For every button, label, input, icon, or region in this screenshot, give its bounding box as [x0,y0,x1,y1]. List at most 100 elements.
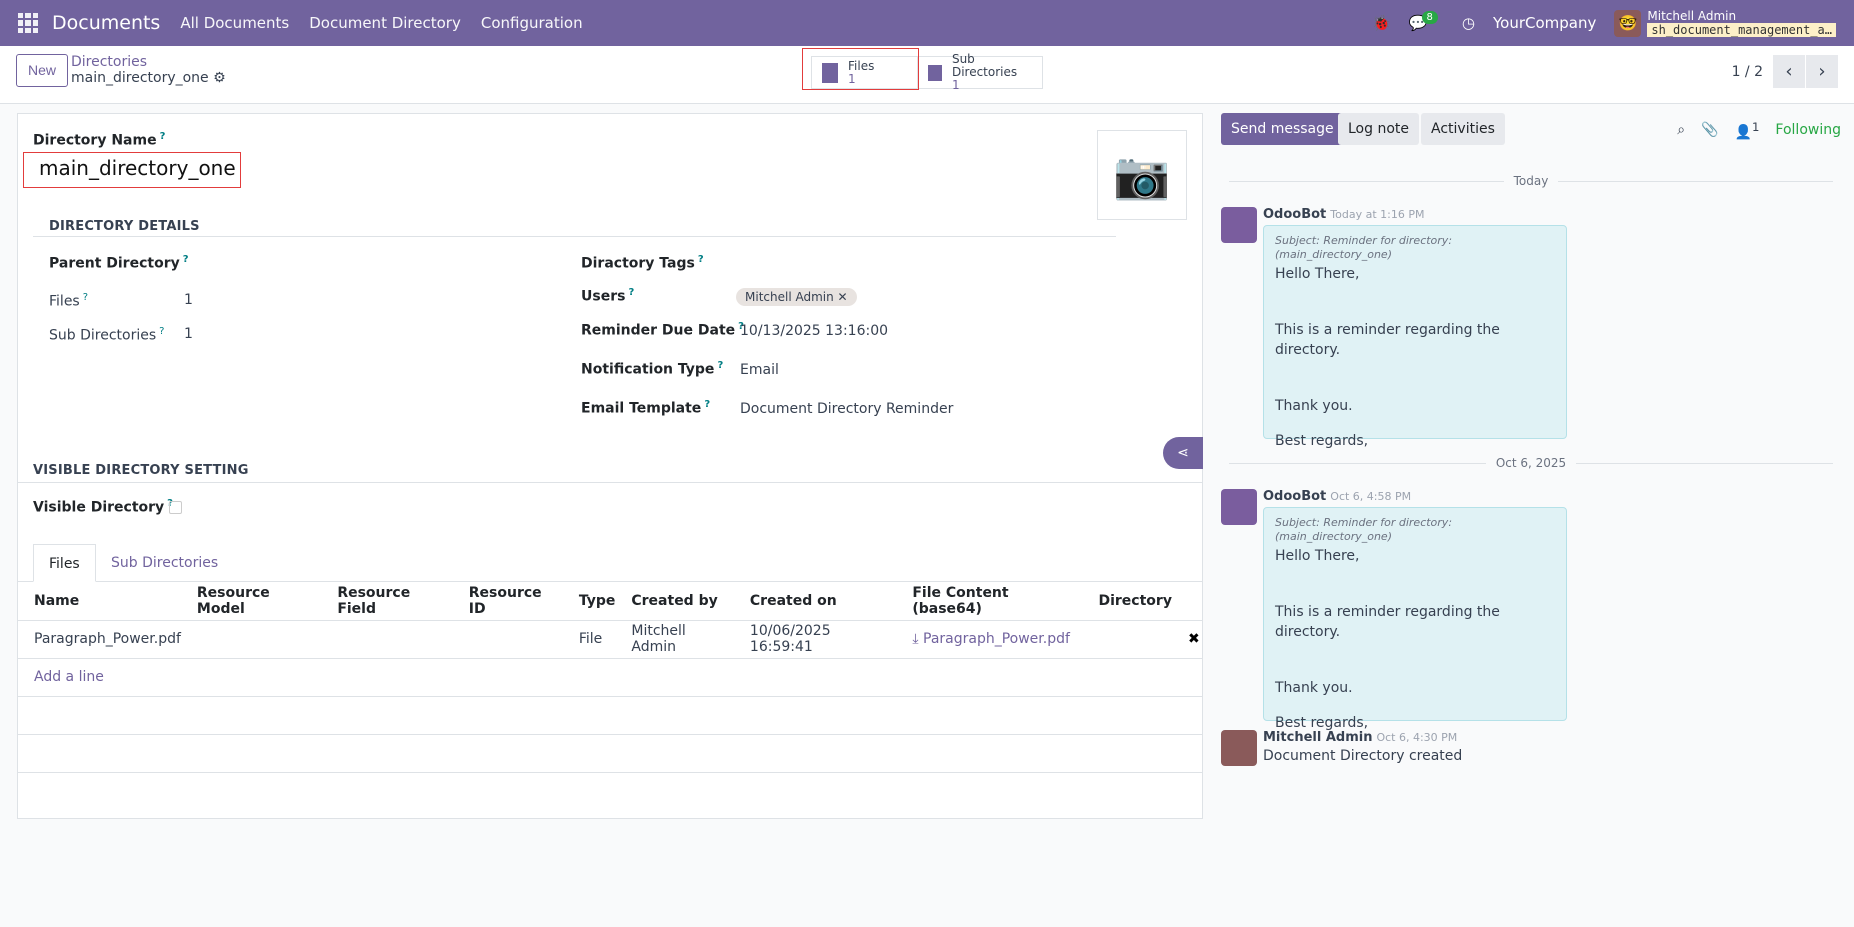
user-menu[interactable]: 🤓 Mitchell Admin sh_document_management_a… [1614,9,1836,37]
notification-type-label: Notification Type? [581,360,724,378]
stat-value: 1 [951,78,960,92]
col-directory[interactable]: Directory [1082,582,1172,621]
user-name: Mitchell Admin [1647,9,1737,23]
messages-badge: 8 [1421,11,1438,24]
cell-type[interactable]: File [562,620,616,659]
visible-directory-label: Visible Directory? [33,498,173,516]
company-switcher[interactable]: YourCompany [1493,14,1596,32]
directory-name-input[interactable]: main_directory_one [23,152,241,188]
cell-directory[interactable] [1082,620,1172,659]
followers-count: 1 [1752,120,1760,134]
notebook-tabs: Files Sub Directories [18,544,1202,582]
message-author: OdooBot Today at 1:16 PM [1263,207,1425,222]
activities-button[interactable]: Activities [1421,113,1505,145]
menu-all-documents[interactable]: All Documents [180,14,289,32]
log-note-button[interactable]: Log note [1338,113,1419,145]
date-separator: Oct 6, 2025 [1229,456,1833,480]
pager: 1 / 2 ‹ › [1732,55,1838,88]
stat-label: Sub Directories [951,52,1018,79]
odoobot-avatar [1221,489,1257,525]
new-button[interactable]: New [16,54,69,87]
table-header: Name Resource Model Resource Field Resource… [18,582,1202,621]
col-created-on[interactable]: Created on [733,582,897,621]
database-name: sh_document_management_a… [1647,23,1836,37]
cell-name[interactable]: Paragraph_Power.pdf [18,620,181,659]
visible-setting-heading: VISIBLE DIRECTORY SETTING [33,463,249,478]
table-row[interactable]: Paragraph_Power.pdf File Mitchell Admin 10/… [18,620,1202,659]
files-table: Name Resource Model Resource Field Resource… [18,582,1202,810]
image-upload-camera-icon[interactable]: 📷 [1097,130,1187,220]
tab-sub-directories[interactable]: Sub Directories [96,544,233,582]
top-navbar: Documents All Documents Document Directo… [0,0,1854,46]
menu-document-directory[interactable]: Document Directory [309,14,461,32]
email-template-label: Email Template? [581,399,711,417]
subdirectories-stat-button[interactable]: Sub Directories 1 [917,52,1043,92]
gear-icon[interactable]: ⚙ [213,70,226,86]
apps-menu-icon[interactable] [18,13,38,33]
notification-type-value[interactable]: Email [740,362,779,378]
paperclip-icon[interactable]: 📎 [1701,122,1718,138]
pager-prev-button[interactable]: ‹ [1773,55,1805,88]
user-avatar [1221,730,1257,766]
followers-icon[interactable]: 👤1 [1735,120,1760,141]
col-created-by[interactable]: Created by [615,582,734,621]
message-author: OdooBot Oct 6, 4:58 PM [1263,489,1412,504]
activity-clock-icon[interactable]: ◷ [1462,14,1475,32]
reminder-due-label: Reminder Due Date? [581,321,744,339]
reminder-due-value[interactable]: 10/13/2025 13:16:00 [740,323,888,339]
tab-files[interactable]: Files [33,544,96,582]
message-body: Subject: Reminder for directory: (main_d… [1263,225,1567,449]
menu-configuration[interactable]: Configuration [481,14,583,32]
directory-details-heading: DIRECTORY DETAILS [49,219,200,234]
cell-id[interactable] [452,620,563,659]
tags-label: Diractory Tags? [581,254,704,272]
pager-next-button[interactable]: › [1806,55,1838,88]
files-value: 1 [184,292,193,308]
highlight-box [802,48,919,90]
cell-model[interactable] [180,620,322,659]
email-template-value[interactable]: Document Directory Reminder [740,401,953,417]
col-type[interactable]: Type [562,582,616,621]
breadcrumb-directories[interactable]: Directories [71,54,226,70]
share-icon[interactable]: ⋖ [1163,437,1203,469]
message-body: Document Directory created [1263,748,1463,764]
breadcrumb-current: main_directory_one [71,70,209,86]
file-download-link[interactable]: Paragraph_Power.pdf [923,631,1070,647]
download-icon: ⤓ [912,631,919,647]
send-message-button[interactable]: Send message [1221,113,1344,145]
subdirectories-value: 1 [184,326,193,342]
cell-field[interactable] [321,620,453,659]
user-tag: Mitchell Admin ✕ [736,288,857,306]
col-file-content[interactable]: File Content (base64) [896,582,1083,621]
search-icon[interactable]: ⌕ [1677,122,1685,138]
folder-icon [928,64,942,81]
cell-created-on[interactable]: 10/06/2025 16:59:41 [733,620,897,659]
avatar: 🤓 [1614,9,1642,37]
add-line-link[interactable]: Add a line [18,658,1202,697]
odoobot-avatar [1221,207,1257,243]
messages-icon[interactable]: 💬8 [1409,11,1444,32]
control-panel: New Directories main_directory_one ⚙ Fil… [0,46,1854,104]
cell-created-by[interactable]: Mitchell Admin [615,620,734,659]
users-label: Users? [581,287,635,305]
breadcrumb: Directories main_directory_one ⚙ [71,54,226,86]
col-name[interactable]: Name [18,582,181,621]
subdirectories-label: Sub Directories? [49,326,165,344]
pager-value[interactable]: 1 / 2 [1732,64,1763,80]
form-sheet: Directory Name? main_directory_one 📷 DIR… [17,113,1203,819]
debug-bug-icon[interactable]: 🐞 [1372,14,1391,32]
col-resource-id[interactable]: Resource ID [452,582,563,621]
col-resource-field[interactable]: Resource Field [321,582,453,621]
following-button[interactable]: Following [1775,122,1841,138]
message-author: Mitchell Admin Oct 6, 4:30 PM [1263,730,1458,745]
delete-row-icon[interactable]: ✖ [1172,620,1202,659]
files-label: Files? [49,292,89,310]
app-name[interactable]: Documents [52,12,160,34]
remove-tag-icon[interactable]: ✕ [838,290,848,304]
cell-file-content[interactable]: ⤓ Paragraph_Power.pdf [896,620,1083,659]
visible-directory-checkbox[interactable] [169,501,182,514]
directory-name-label: Directory Name? [33,131,166,149]
date-separator: Today [1229,174,1833,198]
col-resource-model[interactable]: Resource Model [180,582,322,621]
message-body: Subject: Reminder for directory: (main_d… [1263,507,1567,731]
